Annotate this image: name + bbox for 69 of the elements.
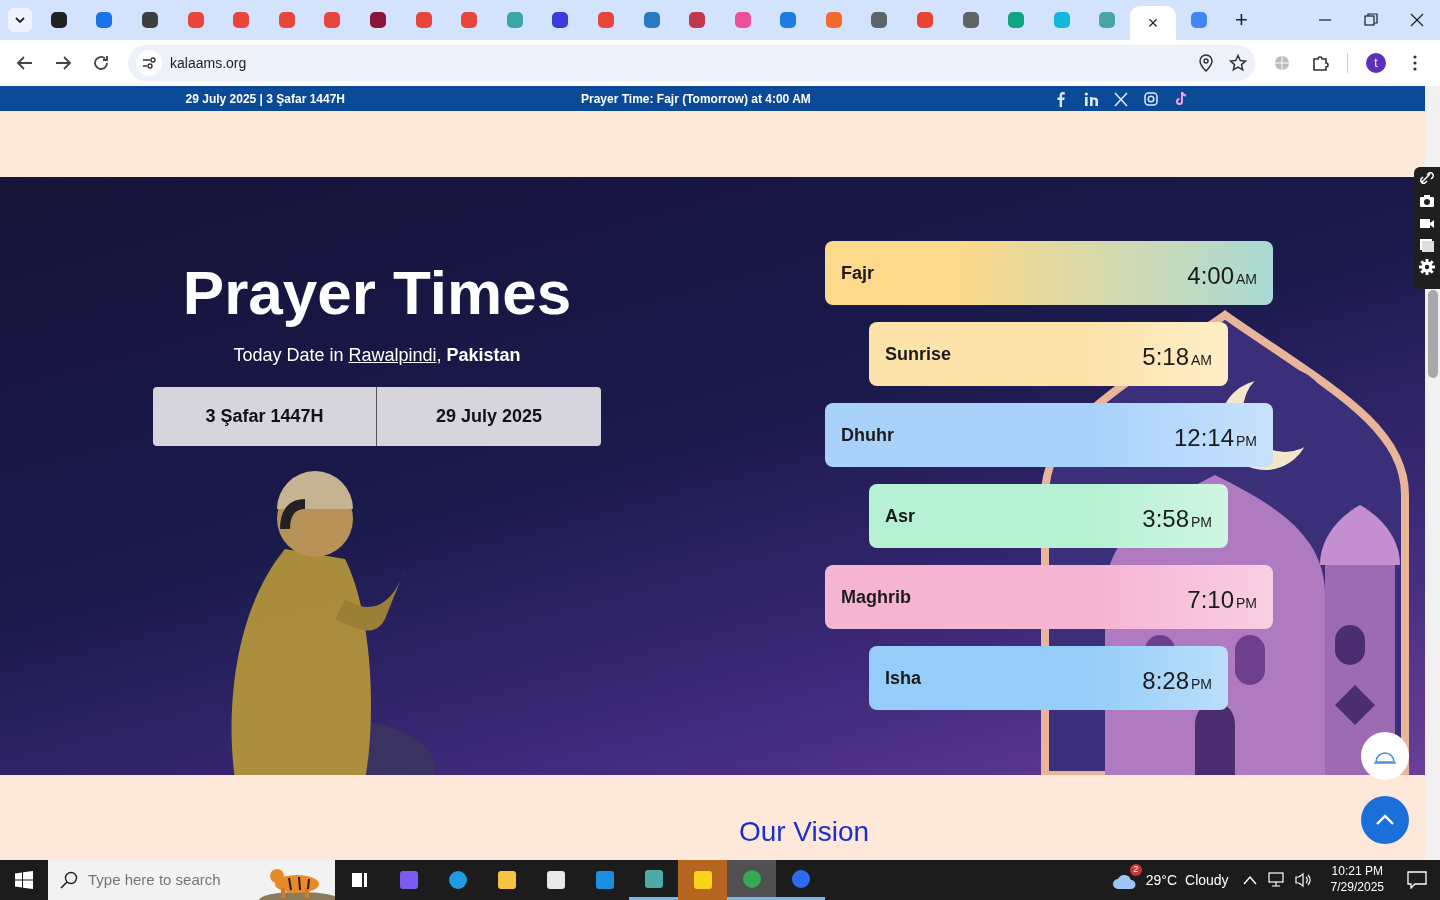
address-bar[interactable]: kalaams.org [128,45,1255,81]
location-pin-icon[interactable] [1199,54,1213,72]
puzzle-piece-icon[interactable] [1311,54,1329,72]
app-icon[interactable] [642,867,665,890]
reload-icon[interactable] [92,54,110,72]
time-period: AM [1236,270,1257,289]
new-tab-button[interactable]: + [1221,8,1262,32]
prayer-name: Isha [885,666,922,690]
restore-icon[interactable] [1363,12,1379,28]
browser-tab[interactable]: × [1130,6,1176,40]
chevron-down-icon [15,17,25,23]
x-icon[interactable] [1113,90,1129,107]
country-text: Pakistan [446,344,521,367]
forward-icon[interactable] [54,54,72,72]
camera-icon[interactable] [1419,193,1435,209]
chevron-up-icon [1375,814,1395,826]
prayer-time: 4:00 [1187,261,1234,291]
prayer-time: 7:10 [1187,585,1234,615]
network-icon[interactable] [1266,872,1285,888]
prayer-time: 12:14 [1173,423,1234,453]
profile-avatar[interactable]: t [1366,53,1386,73]
prayer-time: 3:58 [1142,504,1189,534]
time-period: PM [1236,594,1257,613]
clock-time[interactable]: 10:21 PM [1331,864,1383,880]
gregorian-date-box: 29 July 2025 [377,387,601,446]
search-box[interactable]: Type here to search [48,860,335,900]
site-settings-icon[interactable] [142,57,156,69]
search-icon [60,871,78,889]
tiktok-icon[interactable] [1173,90,1189,107]
subtitle-text: Today Date in [233,344,344,367]
search-field[interactable]: Type here to search [88,868,248,892]
temperature-text: 29°C [1145,870,1177,890]
url-text: kalaams.org [170,53,248,73]
time-period: PM [1191,675,1212,694]
time-period: PM [1236,432,1257,451]
chevron-up-icon[interactable] [1242,875,1257,885]
section-heading: Our Vision [737,815,871,849]
instagram-icon[interactable] [1143,90,1159,107]
link-icon[interactable] [1419,171,1435,187]
prayer-name: Asr [885,504,915,528]
time-period: PM [1191,513,1212,532]
prayer-notice: Prayer Time: Fajr (Tomorrow) at 4:00 AM [581,90,812,108]
prayer-name: Dhuhr [841,423,894,447]
clock-date[interactable]: 7/29/2025 [1330,880,1384,896]
notification-icon[interactable] [1407,871,1427,889]
prayer-name: Sunrise [885,342,952,366]
prayer-time: 5:18 [1142,342,1189,372]
notification-badge: 2 [1129,863,1142,876]
close-icon[interactable] [1409,12,1425,28]
prayer-name: Maghrib [841,585,911,609]
city-link[interactable]: Rawalpindi [348,342,437,369]
prayer-time: 8:28 [1142,666,1189,696]
tab-search-button[interactable] [8,8,32,32]
windows-start-icon[interactable] [15,871,33,889]
scroll-top-button[interactable] [1361,796,1409,844]
linkedin-icon[interactable] [1083,90,1099,107]
back-icon[interactable] [16,54,34,72]
prayer-name: Fajr [841,261,874,285]
separator-text: , [436,344,442,367]
date-text: 29 July 2025 | 3 Şafar 1447H [184,90,345,108]
settings-icon[interactable] [1419,259,1435,275]
speaker-icon[interactable] [1294,872,1313,888]
star-icon[interactable] [1229,54,1247,72]
window-icon[interactable] [1419,237,1435,253]
close-tab-button[interactable]: × [1147,14,1159,32]
weather-text: Cloudy [1185,870,1229,890]
time-period: AM [1191,351,1212,370]
hijri-date-box: 3 Şafar 1447H [153,387,377,446]
scrollbar-thumb[interactable] [1428,290,1438,378]
